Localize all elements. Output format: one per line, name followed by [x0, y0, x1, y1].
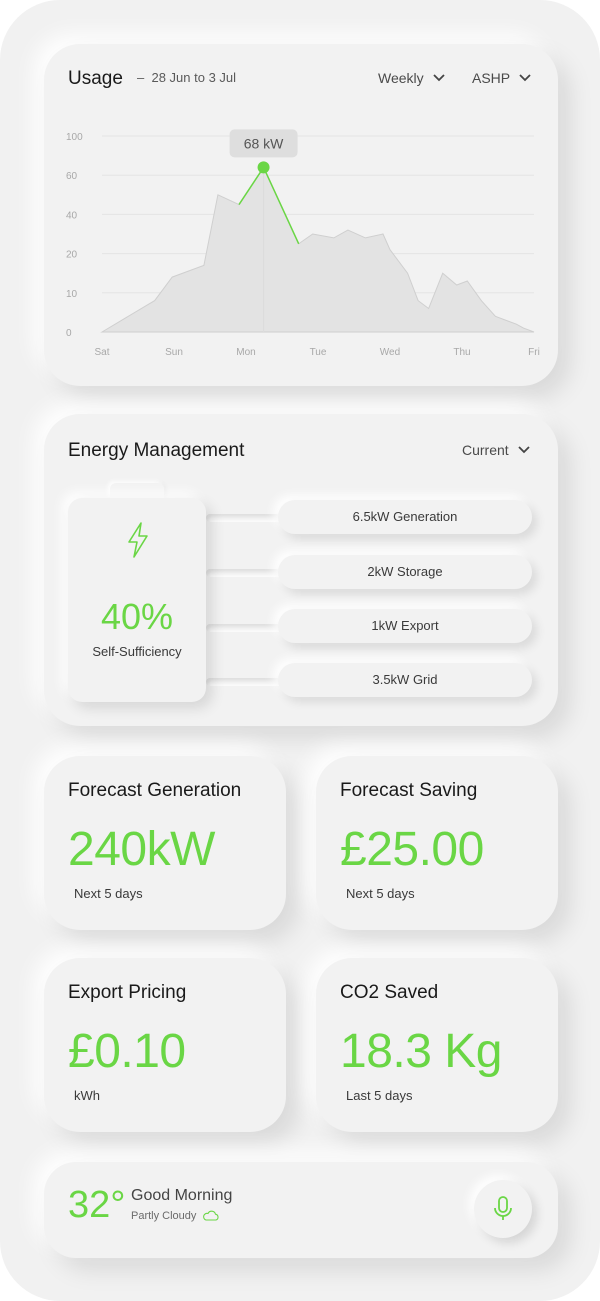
export-pricing-card[interactable]: Export Pricing £0.10 kWh — [44, 958, 286, 1132]
x-tick-label: Wed — [380, 347, 400, 358]
y-tick-label: 10 — [66, 289, 78, 300]
flow-grid[interactable]: 3.5kW Grid — [278, 663, 532, 697]
temperature: 32° — [68, 1184, 126, 1226]
x-tick-label: Mon — [236, 347, 255, 358]
card-subtitle: Next 5 days — [74, 886, 143, 901]
card-title: CO2 Saved — [340, 982, 439, 1003]
x-tick-label: Tue — [310, 347, 327, 358]
card-value: £25.00 — [340, 823, 484, 876]
y-tick-label: 100 — [66, 132, 83, 143]
flow-storage[interactable]: 2kW Storage — [278, 555, 532, 589]
flow-connector — [206, 514, 286, 522]
weather-card: 32° Good Morning Partly Cloudy — [44, 1162, 558, 1258]
card-subtitle: Next 5 days — [346, 886, 415, 901]
battery-terminal — [110, 483, 164, 499]
energy-management-card: Energy Management Current 40% Self-Suffi… — [44, 414, 558, 726]
co2-saved-card[interactable]: CO2 Saved 18.3 Kg Last 5 days — [316, 958, 558, 1132]
cloud-icon — [203, 1210, 219, 1221]
y-tick-label: 0 — [66, 328, 72, 339]
energy-title: Energy Management — [68, 440, 245, 461]
phone-screen: Usage – 28 Jun to 3 Jul Weekly ASHP 0 10 2… — [0, 0, 600, 1301]
battery-gauge: 40% Self-Sufficiency — [68, 498, 206, 702]
x-tick-label: Sun — [165, 347, 183, 358]
y-tick-label: 60 — [66, 171, 78, 182]
weather-condition: Partly Cloudy — [131, 1210, 220, 1222]
flow-connector — [206, 569, 286, 577]
card-title: Forecast Saving — [340, 780, 478, 801]
card-title: Export Pricing — [68, 982, 187, 1003]
card-value: 240kW — [68, 823, 215, 876]
x-tick-label: Fri — [528, 347, 540, 358]
flow-connector — [206, 678, 286, 686]
card-title: Forecast Generation — [68, 780, 242, 801]
tooltip-label: 68 kW — [244, 135, 284, 151]
weather-condition-text: Partly Cloudy — [131, 1210, 197, 1222]
card-subtitle: kWh — [74, 1088, 100, 1103]
card-subtitle: Last 5 days — [346, 1088, 413, 1103]
chevron-down-icon — [518, 446, 530, 454]
self-sufficiency-label: Self-Sufficiency — [92, 644, 182, 659]
energy-period-label: Current — [462, 442, 509, 458]
usage-area — [100, 166, 535, 333]
flow-export[interactable]: 1kW Export — [278, 609, 532, 643]
usage-card: Usage – 28 Jun to 3 Jul Weekly ASHP 0 10 2… — [44, 44, 558, 386]
forecast-saving-card[interactable]: Forecast Saving £25.00 Next 5 days — [316, 756, 558, 930]
card-value: £0.10 — [68, 1025, 186, 1078]
x-tick-label: Thu — [453, 347, 470, 358]
y-tick-label: 20 — [66, 250, 78, 261]
greeting: Good Morning — [131, 1187, 233, 1204]
forecast-generation-card[interactable]: Forecast Generation 240kW Next 5 days — [44, 756, 286, 930]
lightning-icon — [128, 522, 148, 558]
highlight-point — [257, 161, 270, 174]
usage-chart[interactable]: 0 10 20 40 60 100 Sat Sun Mon Tue Wed Thu Fri 68 kW — [44, 44, 558, 386]
card-value: 18.3 Kg — [340, 1025, 502, 1078]
flow-generation[interactable]: 6.5kW Generation — [278, 500, 532, 534]
microphone-button[interactable] — [474, 1180, 532, 1238]
self-sufficiency-percent: 40% — [100, 596, 174, 637]
microphone-icon — [494, 1196, 512, 1220]
flow-connector — [206, 624, 286, 632]
energy-period-dropdown[interactable]: Current — [462, 442, 531, 458]
y-tick-label: 40 — [66, 210, 78, 221]
x-tick-label: Sat — [94, 347, 109, 358]
